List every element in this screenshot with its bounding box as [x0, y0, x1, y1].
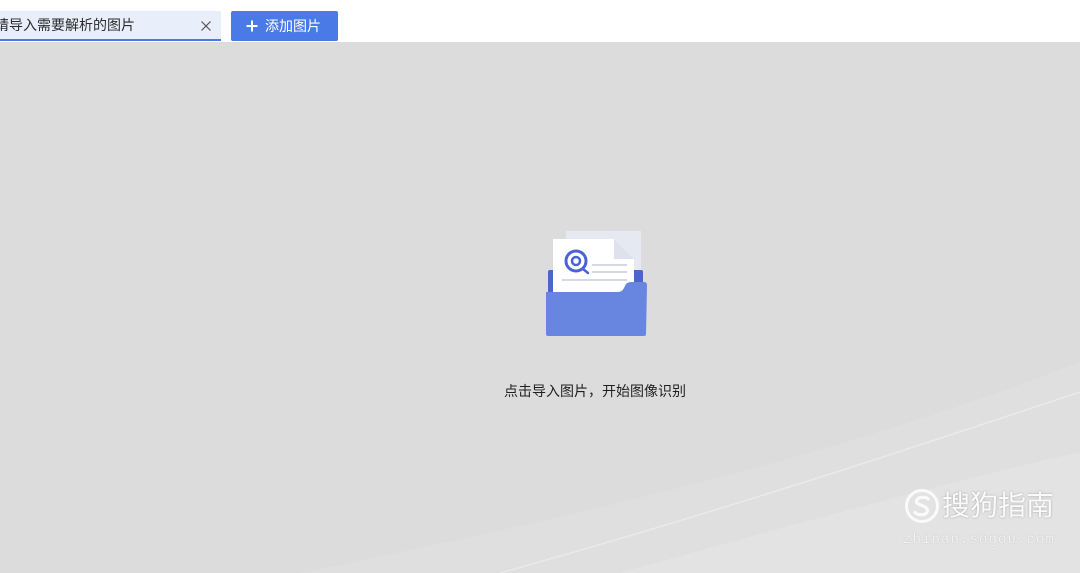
- tab-label: 请导入需要解析的图片: [0, 17, 135, 33]
- watermark-brand: 搜狗指南: [942, 490, 1055, 521]
- top-toolbar: 请导入需要解析的图片 添加图片: [0, 0, 1080, 42]
- import-dropzone[interactable]: 点击导入图片，开始图像识别: [490, 222, 700, 407]
- tab-image-import[interactable]: 请导入需要解析的图片: [0, 11, 221, 41]
- sogou-s-logo-icon: [905, 489, 939, 523]
- close-icon[interactable]: [200, 20, 212, 32]
- watermark-url: zhinan.sogou.com: [903, 532, 1056, 548]
- import-hint-text: 点击导入图片，开始图像识别: [504, 383, 686, 399]
- add-image-label: 添加图片: [265, 18, 321, 34]
- plus-icon: [246, 20, 258, 32]
- add-image-button[interactable]: 添加图片: [231, 11, 338, 41]
- folder-document-icon: [546, 231, 647, 336]
